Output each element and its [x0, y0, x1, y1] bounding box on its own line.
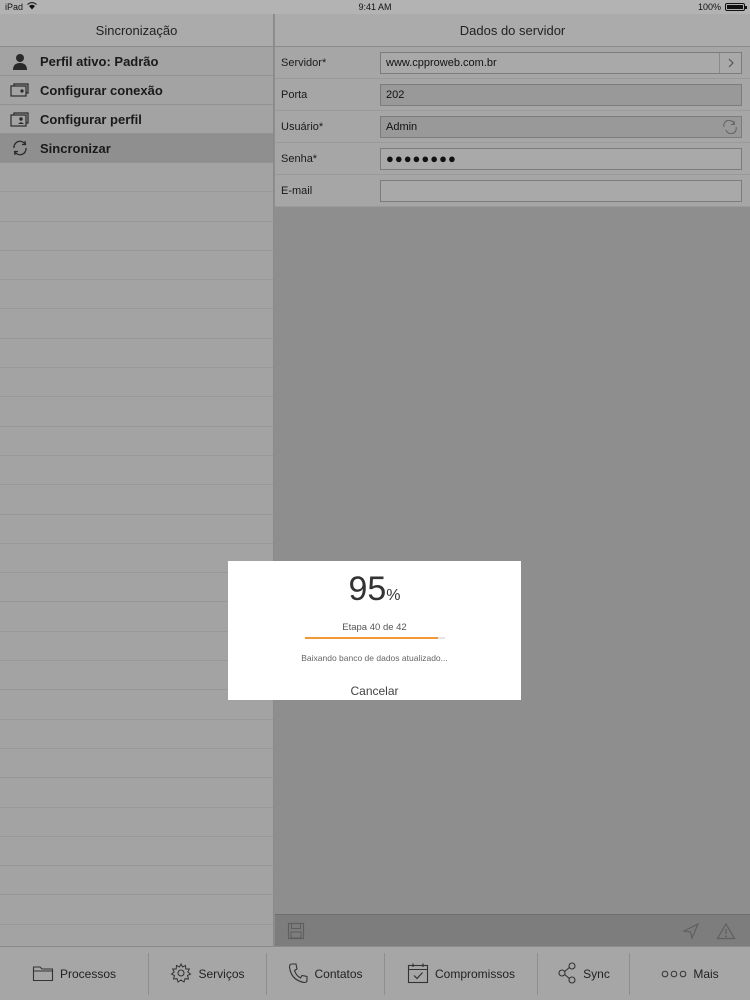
tab-label: Serviços [198, 967, 245, 981]
folder-icon [32, 964, 54, 985]
left-pane-title: Sincronização [0, 14, 273, 47]
server-label: Servidor* [281, 56, 327, 69]
menu-item-label: Sincronizar [40, 140, 111, 156]
email-input[interactable] [380, 179, 742, 202]
progress-percent-value: 95 [348, 570, 387, 608]
email-label: E-mail [281, 184, 313, 197]
refresh-icon[interactable] [719, 117, 741, 137]
empty-row [0, 749, 273, 779]
form-row-email: E-mail [275, 175, 750, 207]
form-row-port: Porta 202 [275, 79, 750, 111]
tab-label: Compromissos [434, 967, 515, 981]
empty-row [0, 720, 273, 749]
server-value: www.cpproweb.com.br [386, 56, 497, 69]
calendar-icon [407, 962, 429, 987]
menu-item-connection[interactable]: Configurar conexão [0, 76, 273, 105]
empty-row [0, 192, 273, 222]
progress-message: Baixando banco de dados atualizado... [301, 653, 448, 663]
tab-contatos[interactable]: Contatos [267, 953, 385, 995]
menu-item-label: Configurar conexão [40, 82, 163, 98]
user-input[interactable]: Admin [380, 115, 742, 138]
gear-icon [170, 962, 192, 987]
send-icon[interactable] [682, 922, 700, 945]
form-row-user: Usuário* Admin [275, 111, 750, 143]
empty-row [0, 163, 273, 193]
empty-row [0, 280, 273, 310]
empty-row [0, 339, 273, 369]
tab-mais[interactable]: Mais [630, 953, 750, 995]
phone-icon [288, 962, 309, 987]
empty-row [0, 397, 273, 427]
save-icon[interactable] [287, 922, 305, 945]
battery-icon [725, 3, 747, 11]
right-toolbar [275, 914, 750, 946]
user-icon [10, 52, 30, 70]
warning-icon[interactable] [716, 922, 736, 945]
form-row-password: Senha* ●●●●●●●● [275, 143, 750, 175]
connection-icon [10, 81, 30, 99]
user-value: Admin [386, 120, 418, 133]
tab-label: Contatos [314, 967, 363, 981]
more-icon [661, 967, 687, 981]
menu-item-configure-profile[interactable]: Configurar perfil [0, 105, 273, 134]
tab-servicos[interactable]: Serviços [149, 953, 267, 995]
password-input[interactable]: ●●●●●●●● [380, 147, 742, 170]
progress-step: Etapa 40 de 42 [342, 622, 407, 633]
chevron-right-icon[interactable] [719, 52, 741, 73]
sync-progress-dialog: 95% Etapa 40 de 42 Baixando banco de dad… [228, 561, 521, 700]
progress-bar-fill [304, 637, 438, 639]
empty-row [0, 778, 273, 808]
empty-row [0, 222, 273, 251]
empty-row [0, 456, 273, 486]
menu-item-label: Perfil ativo: Padrão [40, 53, 159, 69]
server-input[interactable]: www.cpproweb.com.br [380, 51, 742, 74]
tab-label: Mais [693, 967, 719, 981]
progress-bar [304, 637, 445, 639]
sync-icon [10, 139, 30, 157]
menu-item-sync[interactable]: Sincronizar [0, 134, 273, 163]
empty-row [0, 808, 273, 837]
profile-card-icon [10, 110, 30, 128]
empty-row [0, 368, 273, 398]
progress-percent: 95% [228, 569, 521, 616]
progress-percent-symbol: % [386, 587, 401, 604]
tab-label: Sync [583, 967, 610, 981]
empty-row [0, 837, 273, 867]
tab-compromissos[interactable]: Compromissos [385, 953, 538, 995]
right-pane-title: Dados do servidor [275, 14, 750, 47]
port-input[interactable]: 202 [380, 83, 742, 106]
status-bar: iPad 9:41 AM 100% [0, 0, 750, 14]
password-value: ●●●●●●●● [386, 150, 457, 166]
menu-item-label: Configurar perfil [40, 111, 142, 127]
port-value: 202 [386, 88, 405, 101]
status-time: 9:41 AM [358, 2, 392, 12]
port-label: Porta [281, 88, 308, 101]
right-pane: Dados do servidor Servidor* www.cpproweb… [275, 14, 750, 946]
tab-label: Processos [59, 967, 117, 981]
empty-row [0, 866, 273, 896]
menu-item-profile[interactable]: Perfil ativo: Padrão [0, 47, 273, 76]
empty-row [0, 309, 273, 339]
tab-bar: Processos Serviços Contatos Compromissos… [0, 946, 750, 1000]
empty-row [0, 251, 273, 281]
tab-sync[interactable]: Sync [538, 953, 630, 995]
password-label: Senha* [281, 152, 318, 165]
empty-row [0, 515, 273, 544]
user-label: Usuário* [281, 120, 324, 133]
empty-row [0, 895, 273, 925]
tab-processos[interactable]: Processos [0, 953, 149, 995]
empty-row [0, 427, 273, 456]
form-row-server: Servidor* www.cpproweb.com.br [275, 47, 750, 79]
empty-list-rows [0, 163, 273, 925]
sync-share-icon [557, 961, 577, 987]
battery-percent: 100% [697, 2, 721, 12]
cancel-button[interactable]: Cancelar [228, 684, 521, 698]
left-pane: Sincronização Perfil ativo: Padrão Confi… [0, 14, 274, 946]
empty-row [0, 485, 273, 515]
